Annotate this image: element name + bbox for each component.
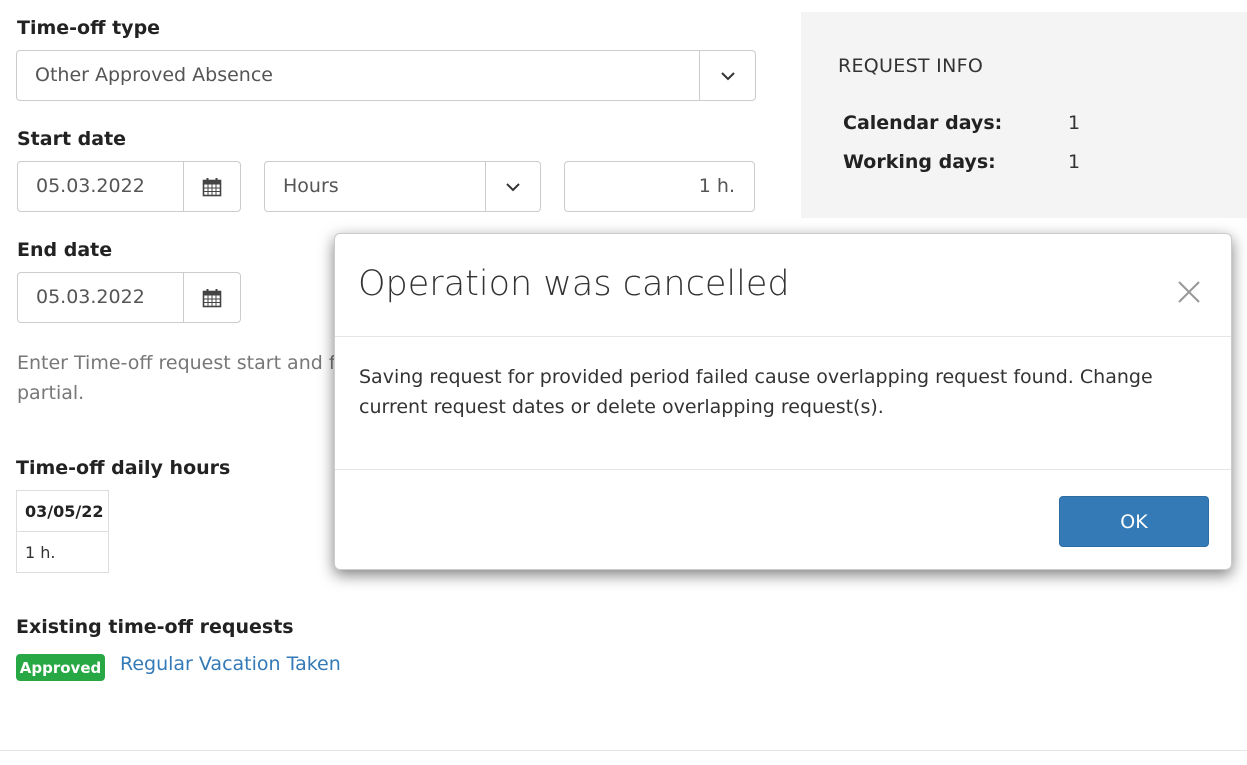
start-date-label: Start date [17,128,127,150]
start-date-field[interactable]: 05.03.2022 [17,161,241,212]
duration-unit-select[interactable]: Hours [264,161,541,212]
dialog-header-divider [335,336,1231,337]
timeoff-type-value: Other Approved Absence [35,64,273,86]
chevron-down-icon[interactable] [485,162,540,211]
start-date-value: 05.03.2022 [36,175,145,197]
close-icon[interactable] [1175,278,1203,306]
request-info-panel: REQUEST INFO Calendar days: 1 Working da… [801,12,1247,218]
end-date-value: 05.03.2022 [36,286,145,308]
daily-hours-date-cell: 03/05/22 [16,490,109,532]
timeoff-type-select[interactable]: Other Approved Absence [16,50,756,101]
calendar-days-label: Calendar days: [843,112,1003,134]
request-info-title: REQUEST INFO [838,55,984,77]
daily-hours-date: 03/05/22 [25,502,104,521]
dialog-footer-divider [335,469,1231,470]
existing-requests-label: Existing time-off requests [16,616,294,638]
end-date-label: End date [17,239,113,261]
calendar-icon[interactable] [183,273,240,322]
existing-request-link[interactable]: Regular Vacation Taken [120,653,341,675]
duration-amount-value: 1 h. [698,175,735,197]
bottom-divider [0,750,1247,751]
working-days-value: 1 [1068,151,1081,173]
daily-hours-label: Time-off daily hours [16,457,231,479]
dialog-message: Saving request for provided period faile… [359,366,1153,418]
chevron-down-icon[interactable] [699,51,755,100]
timeoff-type-label: Time-off type [17,17,161,39]
duration-unit-value: Hours [283,175,339,197]
ok-button[interactable]: OK [1059,496,1209,547]
calendar-icon[interactable] [183,162,240,211]
working-days-label: Working days: [843,151,996,173]
date-hint-text: Enter Time-off request start and fi part… [17,352,341,404]
calendar-days-value: 1 [1068,112,1081,134]
duration-amount-input[interactable]: 1 h. [564,161,755,212]
dialog-title: Operation was cancelled [358,264,790,304]
error-dialog: Operation was cancelled Saving request f… [334,233,1232,570]
daily-hours-value: 1 h. [25,543,56,562]
daily-hours-value-cell: 1 h. [16,531,109,573]
status-badge: Approved [16,654,105,681]
end-date-field[interactable]: 05.03.2022 [17,272,241,323]
